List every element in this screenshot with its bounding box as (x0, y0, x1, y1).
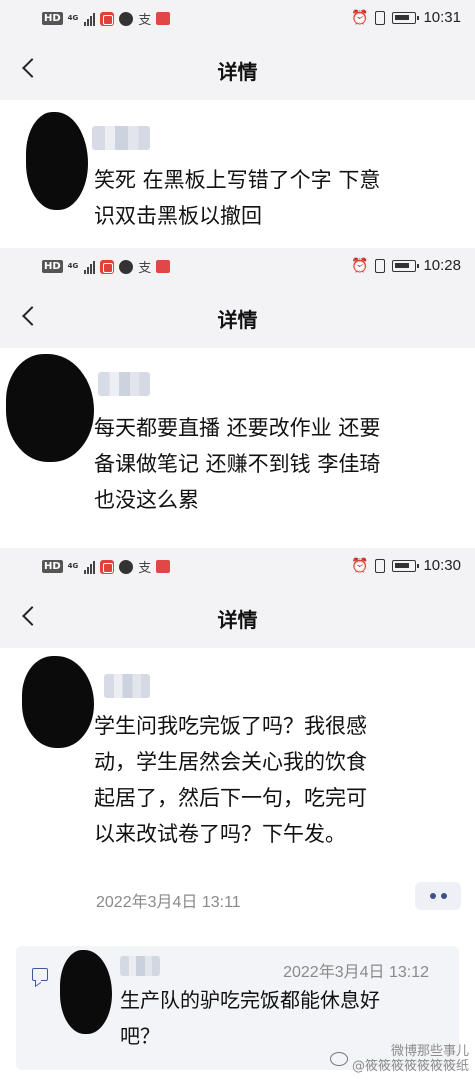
status-bar: HD 4G 支 ⏰ 10:31 (0, 0, 475, 36)
post-line: 每天都要直播 还要改作业 还要 (94, 416, 381, 440)
status-time: 10:31 (423, 9, 461, 26)
app-ball-icon (119, 559, 134, 574)
signal-icon (84, 260, 96, 274)
status-bar: HD 4G 支 ⏰ 10:28 (0, 248, 475, 284)
hd-badge: HD (42, 260, 63, 273)
status-time: 10:30 (423, 557, 461, 574)
nav-bar: 详情 (0, 284, 475, 348)
app-notification-icon (100, 559, 115, 574)
blurred-username (92, 126, 150, 150)
post-line: 备课做笔记 还赚不到钱 李佳琦 (94, 452, 381, 476)
vibrate-icon (375, 10, 386, 25)
alarm-icon: ⏰ (351, 9, 369, 26)
weibo-logo-icon (329, 1052, 348, 1066)
vibrate-icon (375, 258, 386, 273)
app-text-icon: 支 (138, 261, 152, 276)
more-dot-icon (440, 893, 447, 899)
alarm-icon: ⏰ (351, 257, 369, 274)
app-text-icon: 支 (138, 13, 152, 28)
post-text: 学生问我吃完饭了吗？我很感 动，学生居然会关心我的饮食 起居了，然后下一句，吃完… (94, 708, 367, 852)
redacted-avatar (22, 656, 94, 748)
battery-icon (392, 11, 420, 24)
reply-date: 2022年3月4日 13:12 (283, 964, 429, 981)
hd-badge: HD (42, 12, 63, 25)
app-red-icon (156, 560, 171, 573)
page-title: 详情 (217, 608, 258, 632)
post-line: 学生问我吃完饭了吗？我很感 (94, 714, 367, 738)
nav-bar: 详情 (0, 36, 475, 100)
post-line: 起居了，然后下一句，吃完可 (94, 786, 367, 810)
post-line: 识双击黑板以撤回 (94, 204, 262, 228)
hd-badge: HD (42, 560, 63, 573)
page-title: 详情 (217, 308, 258, 332)
more-options-button[interactable] (415, 882, 461, 910)
redacted-avatar (6, 354, 94, 462)
nav-bar: 详情 (0, 584, 475, 648)
app-notification-icon (100, 11, 115, 26)
screenshot-panel-1: HD 4G 支 ⏰ 10:31 详情 笑死 在黑板上写错了个字 下意 识双击黑板… (0, 0, 475, 248)
reply-line: 生产队的驴吃完饭都能休息好 (120, 988, 380, 1012)
app-red-icon (156, 260, 171, 273)
battery-icon (392, 559, 420, 572)
watermark-line: @筱筱筱筱筱筱筱纸 (351, 1059, 469, 1074)
app-red-icon (156, 12, 171, 25)
app-ball-icon (119, 11, 134, 26)
signal-icon (84, 560, 96, 574)
network-4g-icon: 4G (67, 562, 79, 570)
page-title: 详情 (217, 60, 258, 84)
post-line: 动，学生居然会关心我的饮食 (94, 750, 367, 774)
watermark-line: 微博那些事儿 (390, 1044, 469, 1059)
blurred-username (98, 372, 150, 396)
comment-icon (32, 968, 48, 981)
signal-icon (84, 12, 96, 26)
network-4g-icon: 4G (67, 262, 79, 270)
status-bar: HD 4G 支 ⏰ 10:30 (0, 548, 475, 584)
more-dot-icon (429, 893, 436, 899)
network-4g-icon: 4G (67, 14, 79, 22)
post-line: 以来改试卷了吗？下午发。 (94, 822, 346, 846)
post-line: 笑死 在黑板上写错了个字 下意 (94, 168, 381, 192)
app-ball-icon (119, 259, 134, 274)
blurred-username (104, 674, 150, 698)
redacted-avatar (26, 112, 88, 210)
watermark: 微博那些事儿 @筱筱筱筱筱筱筱纸 (329, 1044, 469, 1074)
redacted-avatar (60, 950, 112, 1034)
post-date: 2022年3月4日 13:11 (96, 894, 241, 911)
blurred-username (120, 956, 160, 976)
app-text-icon: 支 (138, 561, 152, 576)
vibrate-icon (375, 558, 386, 573)
app-notification-icon (100, 259, 115, 274)
post-line: 也没这么累 (94, 488, 199, 512)
status-time: 10:28 (423, 257, 461, 274)
alarm-icon: ⏰ (351, 557, 369, 574)
post-text: 笑死 在黑板上写错了个字 下意 识双击黑板以撤回 (94, 162, 380, 234)
screenshot-panel-2: HD 4G 支 ⏰ 10:28 详情 每天都要直播 还要改作业 还要 备课做笔记… (0, 248, 475, 548)
screenshot-panel-3: HD 4G 支 ⏰ 10:30 详情 学生问我吃完饭了吗？我很感 动，学生居然会… (0, 548, 475, 1080)
post-text: 每天都要直播 还要改作业 还要 备课做笔记 还赚不到钱 李佳琦 也没这么累 (94, 410, 380, 518)
battery-icon (392, 259, 420, 272)
